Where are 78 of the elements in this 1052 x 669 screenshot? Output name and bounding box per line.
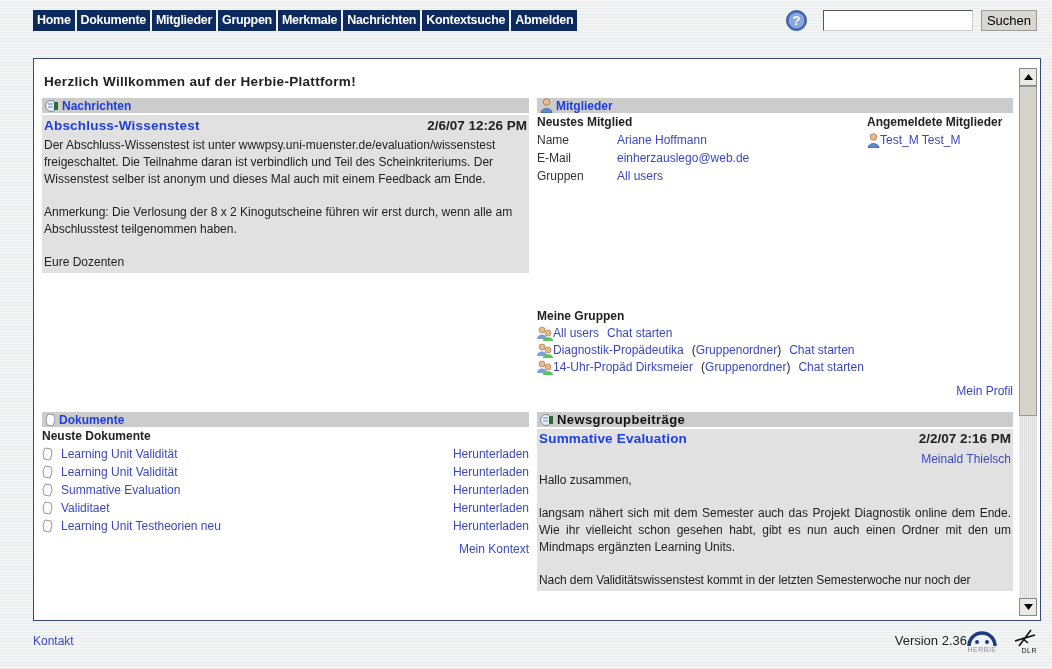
document-icon bbox=[45, 412, 56, 427]
field-label: Name bbox=[537, 132, 570, 150]
group-icon bbox=[537, 360, 553, 376]
post-title-link[interactable]: Summative Evaluation bbox=[539, 429, 688, 450]
nav-tab[interactable]: Gruppen bbox=[217, 10, 276, 31]
field-value-link[interactable]: All users bbox=[617, 169, 663, 184]
news-title-link[interactable]: Abschluss-Wissenstest bbox=[44, 116, 200, 137]
document-icon bbox=[42, 519, 53, 534]
section-link[interactable]: Nachrichten bbox=[62, 96, 132, 115]
group-link[interactable]: 14-Uhr-Propäd Dirksmeier bbox=[553, 360, 694, 375]
profile-link[interactable]: Mein Profil bbox=[956, 384, 1013, 399]
subheading: Meine Gruppen bbox=[537, 308, 626, 326]
parenthesis: ) bbox=[777, 343, 782, 358]
document-icon bbox=[42, 501, 53, 516]
document-link[interactable]: Validitaet bbox=[61, 499, 110, 518]
news-paragraph: Der Abschluss-Wissenstest ist unter wwwpsy.uni-muenster.de/evaluation/wissenstest freigeschaltet. Die Teilnahme daran ist verbindlich und Teil des Scheinkriteriums. Der Wissenstest selber ist anonym und dieses Mal auch mit einem Feedback am Ende. bbox=[44, 136, 497, 188]
document-icon bbox=[42, 465, 53, 480]
download-link[interactable]: Herunterladen bbox=[452, 499, 529, 518]
person-icon bbox=[867, 132, 880, 148]
document-icon bbox=[42, 483, 53, 498]
group-icon bbox=[537, 343, 553, 359]
section-link[interactable]: Dokumente bbox=[59, 410, 125, 429]
post-paragraph: Nach dem Validitätswissenstest kommt in der letzten Semesterwoche nur noch der bbox=[539, 571, 972, 589]
subheading: Angemeldete Mitglieder bbox=[867, 114, 1003, 132]
download-link[interactable]: Herunterladen bbox=[452, 463, 529, 482]
nav-tab[interactable]: Abmelden bbox=[511, 10, 578, 31]
document-link[interactable]: Learning Unit Validität bbox=[61, 463, 178, 482]
nav-tab[interactable]: Merkmale bbox=[277, 10, 342, 31]
nav-tab[interactable]: Dokumente bbox=[76, 10, 150, 31]
document-link[interactable]: Learning Unit Testheorien neu bbox=[61, 517, 221, 536]
chat-link[interactable]: Chat starten bbox=[798, 360, 864, 375]
parenthesis: ( bbox=[691, 343, 696, 358]
section-link[interactable]: Mitglieder bbox=[556, 96, 613, 115]
search-button[interactable]: Suchen bbox=[980, 10, 1037, 31]
version-label: Version 2.36 bbox=[894, 632, 967, 651]
field-label: Gruppen bbox=[537, 168, 585, 186]
document-link[interactable]: Summative Evaluation bbox=[61, 481, 181, 500]
post-paragraph: langsam nähert sich mit dem Semester auch das Projekt Diagnostik online dem Ende. Wie ihr vielleicht schon gesehen habt, gibt es nun auch einen Ordner mit den um Mindmaps ergänzten Learning Units. bbox=[539, 504, 1011, 556]
group-icon bbox=[537, 326, 553, 342]
group-link[interactable]: Diagnostik-Propädeutika bbox=[553, 343, 684, 358]
member-link[interactable]: Test_M Test_M bbox=[880, 131, 961, 150]
author-link[interactable]: Meinald Thielsch bbox=[921, 451, 1011, 466]
document-link[interactable]: Learning Unit Validität bbox=[61, 445, 178, 464]
folder-link[interactable]: Gruppenordner bbox=[705, 360, 787, 375]
post-date: 2/2/07 2:16 PM bbox=[918, 430, 1011, 449]
welcome-heading: Herzlich Willkommen auf der Herbie-Plattform! bbox=[44, 73, 357, 91]
news-paragraph: Anmerkung: Die Verlosung der 8 x 2 Kinogutscheine führen wir erst durch, wenn alle am Abschlusstest teilgenommen haben. bbox=[44, 203, 514, 238]
subheading: Neustes Mitglied bbox=[537, 114, 634, 132]
contact-link[interactable]: Kontakt bbox=[33, 632, 74, 650]
nav-tab[interactable]: Home bbox=[33, 10, 75, 31]
download-link[interactable]: Herunterladen bbox=[452, 481, 529, 500]
field-label: E-Mail bbox=[537, 150, 572, 168]
folder-link[interactable]: Gruppenordner bbox=[695, 343, 778, 358]
news-paragraph: Eure Dozenten bbox=[44, 253, 126, 271]
person-icon bbox=[540, 98, 553, 114]
chat-link[interactable]: Chat starten bbox=[789, 343, 855, 358]
section-title: Newsgroupbeiträge bbox=[557, 411, 686, 429]
up-arrow-icon bbox=[1023, 74, 1033, 80]
document-icon bbox=[42, 447, 53, 462]
post-paragraph: Hallo zusammen, bbox=[539, 471, 633, 489]
field-value-link[interactable]: Ariane Hoffmann bbox=[617, 133, 707, 148]
nav-tab[interactable]: Kontextsuche bbox=[422, 10, 510, 31]
parenthesis: ( bbox=[701, 360, 706, 375]
download-link[interactable]: Herunterladen bbox=[452, 517, 529, 536]
subheading: Neuste Dokumente bbox=[42, 428, 152, 446]
parenthesis: ) bbox=[786, 360, 791, 375]
group-link[interactable]: All users bbox=[553, 326, 599, 341]
down-arrow-icon bbox=[1023, 604, 1033, 610]
search-field[interactable] bbox=[822, 10, 973, 31]
nav-tab[interactable]: Mitglieder bbox=[151, 10, 216, 31]
scrollbar[interactable] bbox=[1019, 68, 1037, 616]
field-value-link[interactable]: einherzauslego@web.de bbox=[617, 151, 750, 166]
chat-link[interactable]: Chat starten bbox=[607, 326, 673, 341]
arch-icon bbox=[967, 629, 997, 646]
download-link[interactable]: Herunterladen bbox=[452, 445, 529, 464]
news-date: 2/6/07 12:26 PM bbox=[427, 117, 527, 136]
nav-tab[interactable]: Nachrichten bbox=[343, 10, 421, 31]
context-link[interactable]: Mein Kontext bbox=[458, 542, 529, 557]
